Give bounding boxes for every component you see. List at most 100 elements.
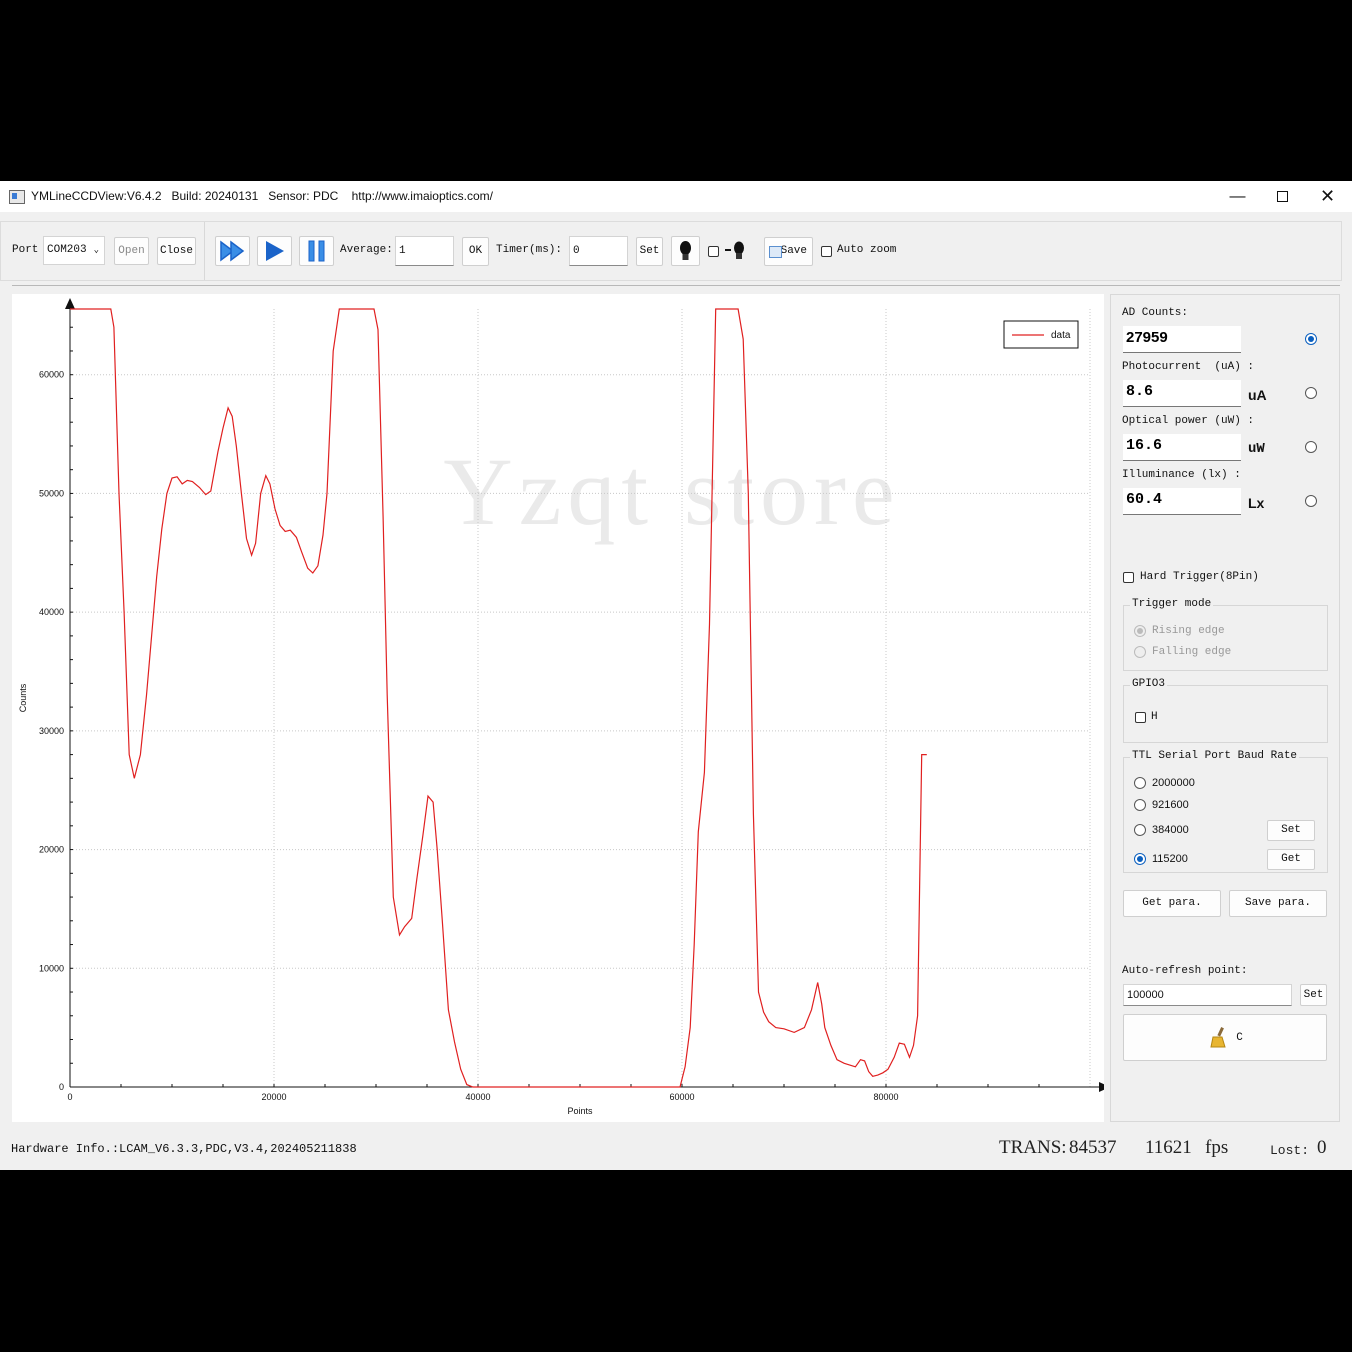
bulb-button[interactable]: [671, 236, 700, 266]
hard-trigger-checkbox[interactable]: [1123, 572, 1134, 583]
fast-forward-button[interactable]: [215, 236, 250, 266]
right-panel: AD Counts: 27959 Photocurrent (uA) : 8.6…: [1110, 294, 1340, 1122]
get-para-button[interactable]: Get para.: [1123, 890, 1221, 917]
fast-forward-icon: [220, 240, 245, 262]
fps-unit: fps: [1205, 1137, 1229, 1158]
hardware-info: Hardware Info.:LCAM_V6.3.3,PDC,V3.4,2024…: [11, 1142, 357, 1156]
baud-radio-384000[interactable]: [1134, 824, 1146, 836]
port-value: COM203: [47, 244, 87, 256]
illuminance-label: Illuminance (lx) :: [1122, 469, 1241, 481]
y-tick-label: 20000: [39, 845, 64, 855]
y-tick-label: 60000: [39, 370, 64, 380]
auto-refresh-label: Auto-refresh point:: [1122, 965, 1248, 977]
clear-label: C: [1236, 1032, 1243, 1044]
baud-set-button[interactable]: Set: [1267, 820, 1315, 841]
bulb-toggle-checkbox[interactable]: [708, 246, 719, 257]
baud-label-384000: 384000: [1152, 824, 1189, 836]
y-tick-label: 0: [59, 1082, 64, 1092]
ok-button[interactable]: OK: [462, 237, 489, 266]
minimize-icon[interactable]: —: [1215, 181, 1260, 212]
baud-label-115200: 115200: [1152, 853, 1188, 865]
baud-get-button[interactable]: Get: [1267, 849, 1315, 870]
close-icon[interactable]: ✕: [1305, 181, 1350, 212]
y-tick-label: 50000: [39, 488, 64, 498]
x-axis-label: Points: [567, 1106, 593, 1116]
average-label: Average:: [340, 244, 393, 256]
optical-power-unit: uW: [1248, 441, 1265, 457]
y-axis-label: Counts: [18, 683, 28, 712]
save-para-button[interactable]: Save para.: [1229, 890, 1327, 917]
save-label: Save: [780, 245, 807, 257]
baud-label-921600: 921600: [1152, 799, 1189, 811]
photocurrent-label: Photocurrent (uA) :: [1122, 361, 1255, 373]
photocurrent-unit: uA: [1248, 387, 1267, 403]
auto-zoom-checkbox[interactable]: [821, 246, 832, 257]
baud-radio-115200[interactable]: [1134, 853, 1146, 865]
set-timer-button[interactable]: Set: [636, 237, 663, 266]
x-tick-label: 80000: [873, 1092, 898, 1102]
ad-counts-value: 27959: [1123, 326, 1241, 353]
photocurrent-value: 8.6: [1123, 380, 1241, 407]
baud-rate-title: TTL Serial Port Baud Rate: [1130, 750, 1300, 762]
baud-radio-921600[interactable]: [1134, 799, 1146, 811]
x-tick-label: 40000: [465, 1092, 490, 1102]
x-tick-label: 20000: [261, 1092, 286, 1102]
auto-refresh-input[interactable]: 100000: [1123, 984, 1292, 1006]
maximize-icon[interactable]: [1260, 181, 1305, 212]
gpio-h-checkbox[interactable]: [1135, 712, 1146, 723]
auto-refresh-set-button[interactable]: Set: [1300, 984, 1327, 1006]
optical-power-label: Optical power (uW) :: [1122, 415, 1255, 427]
falling-edge-label: Falling edge: [1152, 646, 1232, 658]
average-input[interactable]: 1: [395, 236, 454, 266]
baud-label-2000000: 2000000: [1152, 777, 1195, 789]
y-tick-label: 40000: [39, 607, 64, 617]
gpio-h-label: H: [1151, 711, 1158, 723]
trans-value: 84537: [1069, 1137, 1117, 1158]
trigger-mode-group: [1123, 605, 1328, 671]
falling-edge-radio[interactable]: [1134, 646, 1146, 658]
auto-zoom-label: Auto zoom: [837, 244, 897, 256]
window-title: YMLineCCDView:V6.4.2 Build: 20240131 Sen…: [31, 189, 493, 203]
x-tick-label: 60000: [669, 1092, 694, 1102]
y-axis-arrow-icon: [65, 298, 75, 309]
trigger-mode-title: Trigger mode: [1130, 598, 1214, 610]
play-icon: [266, 241, 284, 261]
save-icon: [769, 246, 782, 258]
optical-power-value: 16.6: [1123, 434, 1241, 461]
open-button[interactable]: Open: [114, 237, 149, 265]
line-chart[interactable]: Yzqt store 0 20000 40000 60000 80000 0 10000 200…: [12, 294, 1110, 1122]
toolbar-divider: [204, 222, 205, 280]
baud-radio-2000000[interactable]: [1134, 777, 1146, 789]
bulb-toggle-icon: [725, 241, 744, 259]
timer-label: Timer(ms):: [496, 244, 563, 256]
chart-area[interactable]: Yzqt store 0 20000 40000 60000 80000 0 10000 200…: [12, 294, 1110, 1122]
title-bar: YMLineCCDView:V6.4.2 Build: 20240131 Sen…: [0, 181, 1352, 212]
port-label: Port: [12, 244, 39, 256]
illuminance-value: 60.4: [1123, 488, 1241, 515]
clear-button[interactable]: C: [1123, 1014, 1327, 1061]
photocurrent-radio[interactable]: [1305, 387, 1317, 399]
close-button[interactable]: Close: [157, 237, 196, 265]
hard-trigger-label: Hard Trigger(8Pin): [1140, 571, 1259, 583]
fps-value: 11621: [1145, 1137, 1192, 1158]
x-axis-arrow-icon: [1099, 1082, 1110, 1092]
rising-edge-label: Rising edge: [1152, 625, 1225, 637]
ad-counts-radio[interactable]: [1305, 333, 1317, 345]
port-select[interactable]: COM203 ⌄: [43, 236, 105, 265]
pause-button[interactable]: [299, 236, 334, 266]
x-tick-label: 0: [67, 1092, 72, 1102]
toolbar: Port COM203 ⌄ Open Close Average: 1 OK T…: [0, 221, 1342, 281]
legend-label: data: [1051, 330, 1071, 341]
illuminance-unit: Lx: [1248, 495, 1265, 511]
timer-input[interactable]: 0: [569, 236, 628, 266]
play-button[interactable]: [257, 236, 292, 266]
illuminance-radio[interactable]: [1305, 495, 1317, 507]
save-button[interactable]: Save: [764, 237, 813, 266]
toolbar-separator: [12, 285, 1340, 286]
optical-power-radio[interactable]: [1305, 441, 1317, 453]
lost-label: Lost:: [1270, 1143, 1310, 1158]
series-line-data[interactable]: [70, 308, 927, 1088]
trans-label: TRANS:: [999, 1137, 1067, 1158]
status-bar: Hardware Info.:LCAM_V6.3.3,PDC,V3.4,2024…: [0, 1131, 1352, 1170]
rising-edge-radio[interactable]: [1134, 625, 1146, 637]
